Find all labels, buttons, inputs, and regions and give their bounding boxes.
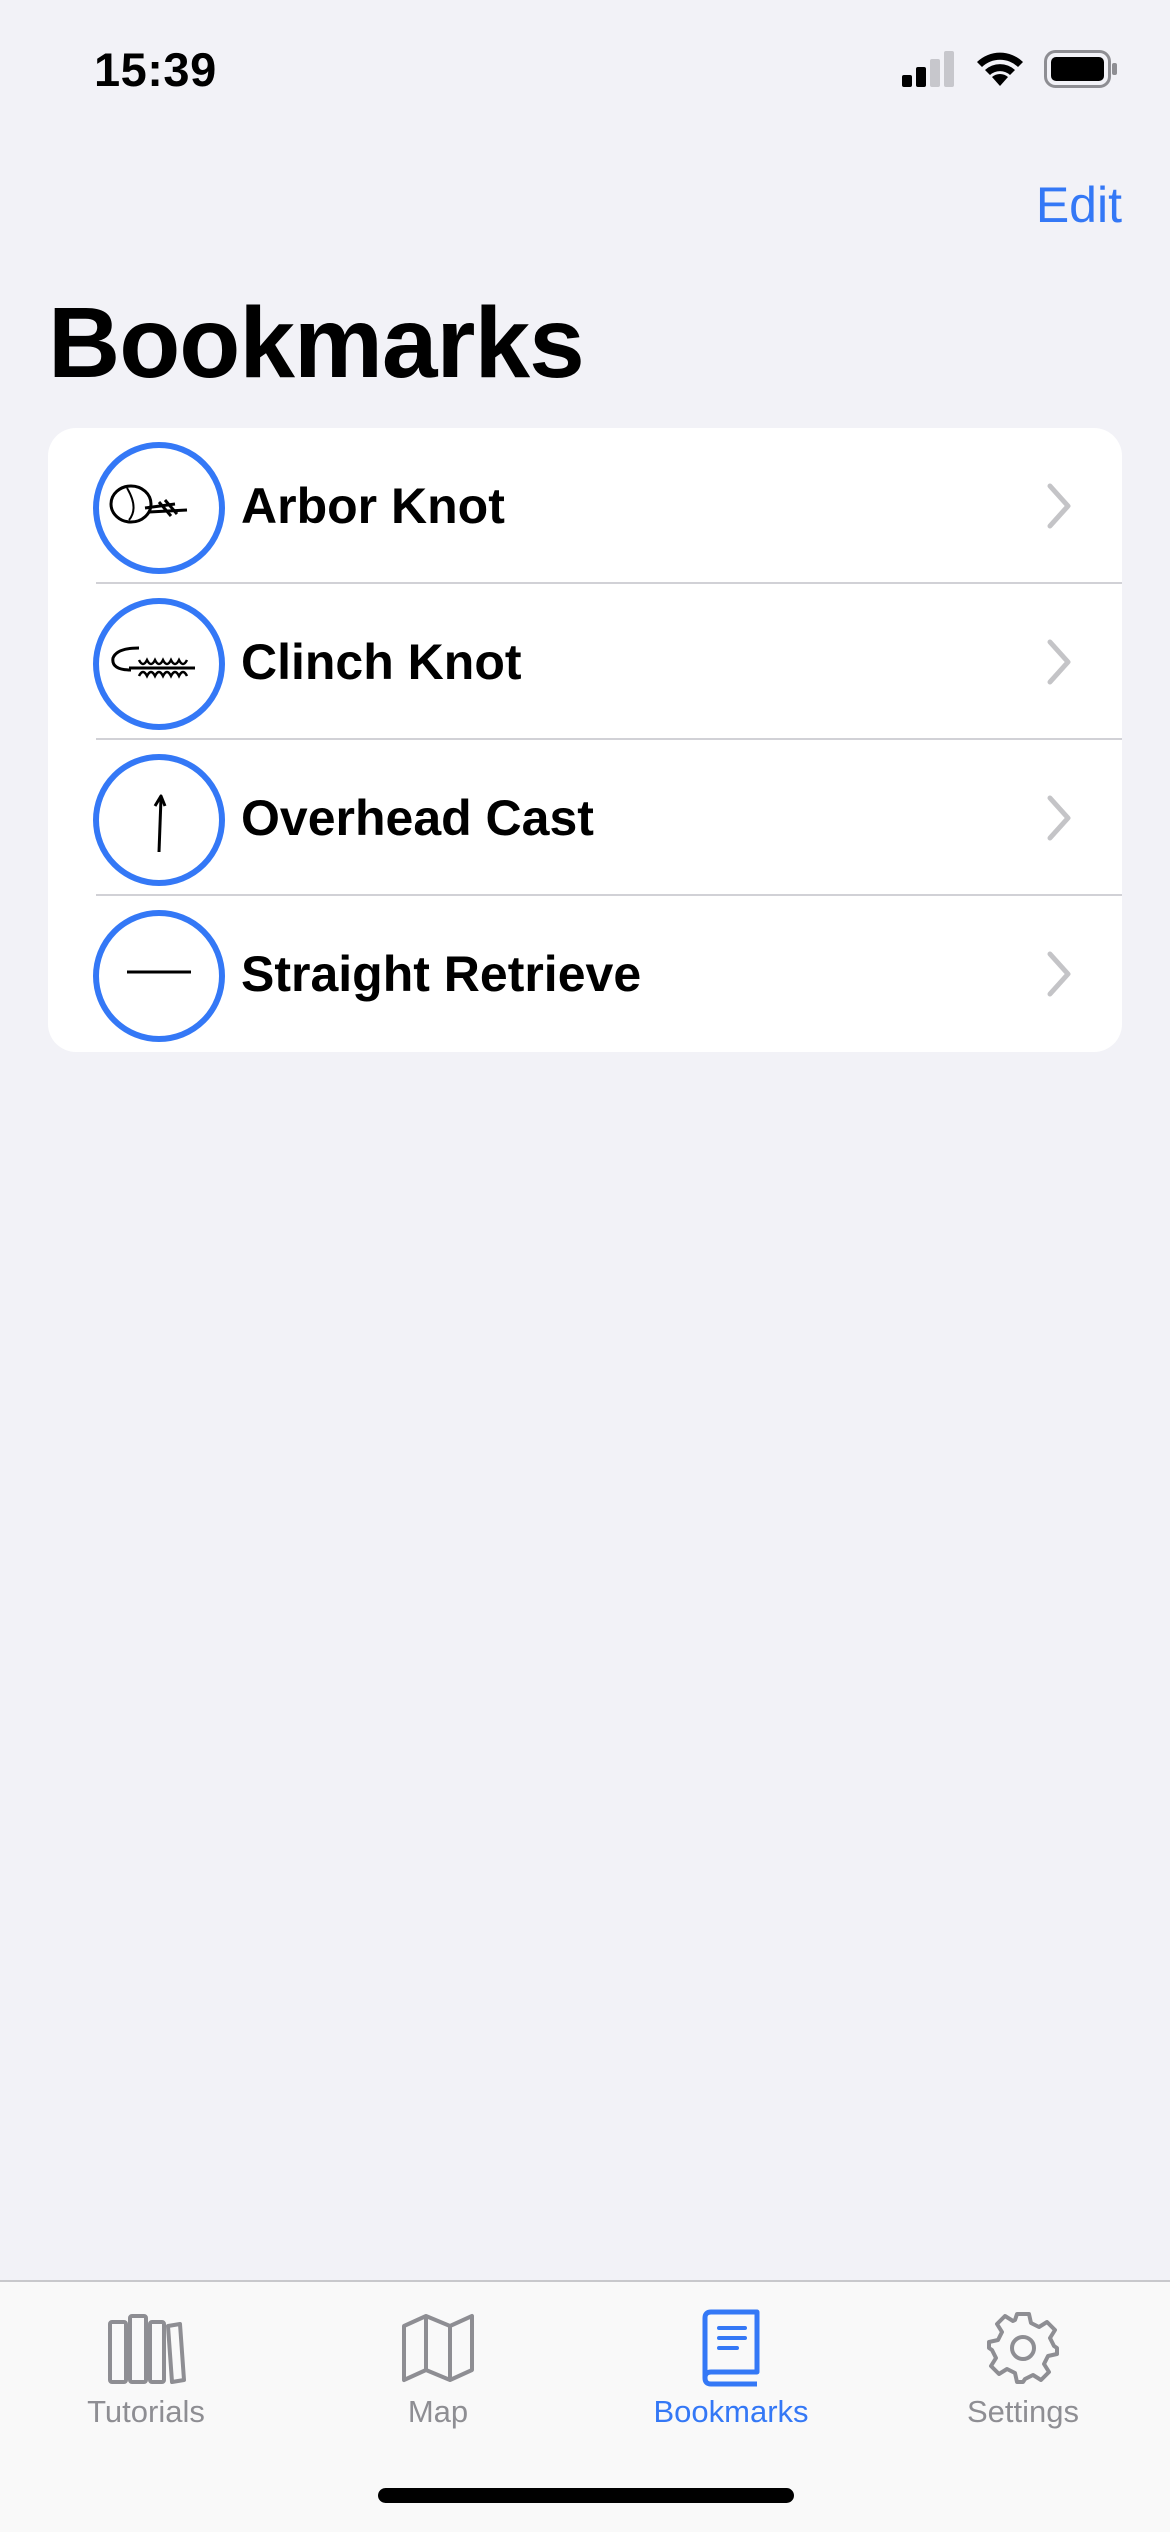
straight-retrieve-icon: [93, 910, 225, 1042]
chevron-right-icon: [1047, 795, 1071, 841]
cellular-signal-icon: [902, 51, 954, 87]
bookmarks-list: Arbor Knot Clinch Knot Overhead Cast Str…: [48, 428, 1122, 1052]
edit-button[interactable]: Edit: [1036, 176, 1122, 234]
list-item-label: Arbor Knot: [241, 478, 505, 534]
list-item[interactable]: Arbor Knot: [48, 428, 1122, 584]
books-icon: [108, 2314, 186, 2384]
chevron-right-icon: [1047, 483, 1071, 529]
chevron-right-icon: [1047, 951, 1071, 997]
status-icons: [902, 50, 1118, 88]
chevron-right-icon: [1047, 639, 1071, 685]
wifi-icon: [977, 52, 1023, 86]
home-indicator[interactable]: [378, 2488, 794, 2503]
list-item[interactable]: Overhead Cast: [48, 740, 1122, 896]
clinch-knot-icon: [93, 598, 225, 730]
list-item-label: Straight Retrieve: [241, 946, 642, 1002]
tab-map[interactable]: Map: [292, 2282, 584, 2452]
list-item-label: Clinch Knot: [241, 634, 522, 690]
tab-label: Bookmarks: [653, 2394, 809, 2429]
status-time: 15:39: [94, 43, 217, 96]
tab-label: Tutorials: [87, 2394, 205, 2429]
list-item[interactable]: Clinch Knot: [48, 584, 1122, 740]
list-item-label: Overhead Cast: [241, 790, 594, 846]
tab-tutorials[interactable]: Tutorials: [0, 2282, 292, 2452]
map-icon: [402, 2314, 474, 2382]
tab-settings[interactable]: Settings: [877, 2282, 1169, 2452]
battery-icon: [1044, 50, 1117, 88]
gear-icon: [987, 2312, 1059, 2384]
tab-label: Map: [407, 2394, 469, 2429]
tab-bar: Tutorials Map Bookmarks Settings: [0, 2280, 1170, 2532]
tab-bookmarks[interactable]: Bookmarks: [585, 2282, 877, 2452]
status-bar: 15:39: [0, 0, 1170, 140]
overhead-cast-icon: [93, 754, 225, 886]
page-title: Bookmarks: [48, 287, 585, 399]
list-item[interactable]: Straight Retrieve: [48, 896, 1122, 1052]
book-icon: [702, 2309, 760, 2387]
tab-label: Settings: [966, 2394, 1079, 2429]
arbor-knot-icon: [93, 442, 225, 574]
